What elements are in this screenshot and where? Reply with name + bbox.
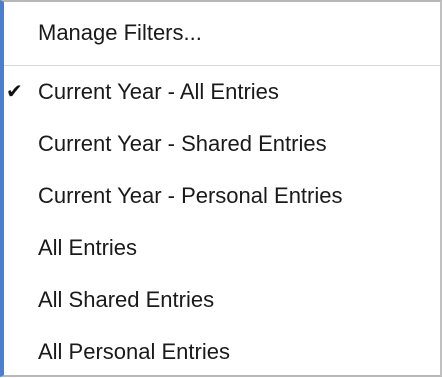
menu-item-all-shared-entries[interactable]: All Shared Entries [4,274,440,326]
menu-item-current-year-shared-entries[interactable]: Current Year - Shared Entries [4,118,440,170]
menu-item-label: Current Year - Shared Entries [38,131,327,156]
menu-item-current-year-all-entries[interactable]: ✔ Current Year - All Entries [4,66,440,118]
manage-filters-label: Manage Filters... [38,20,202,45]
menu-item-all-entries[interactable]: All Entries [4,222,440,274]
filter-dropdown-menu: Manage Filters... ✔ Current Year - All E… [0,0,442,377]
menu-item-label: Current Year - All Entries [38,79,279,104]
menu-item-all-personal-entries[interactable]: All Personal Entries [4,326,440,378]
menu-item-label: All Shared Entries [38,287,215,312]
menu-item-label: Current Year - Personal Entries [38,183,343,208]
menu-item-label: All Entries [38,235,138,260]
menu-item-label: All Personal Entries [38,339,230,364]
menu-item-current-year-personal-entries[interactable]: Current Year - Personal Entries [4,170,440,222]
checkmark-icon: ✔ [6,81,23,103]
manage-filters-menu-item[interactable]: Manage Filters... [4,2,440,66]
